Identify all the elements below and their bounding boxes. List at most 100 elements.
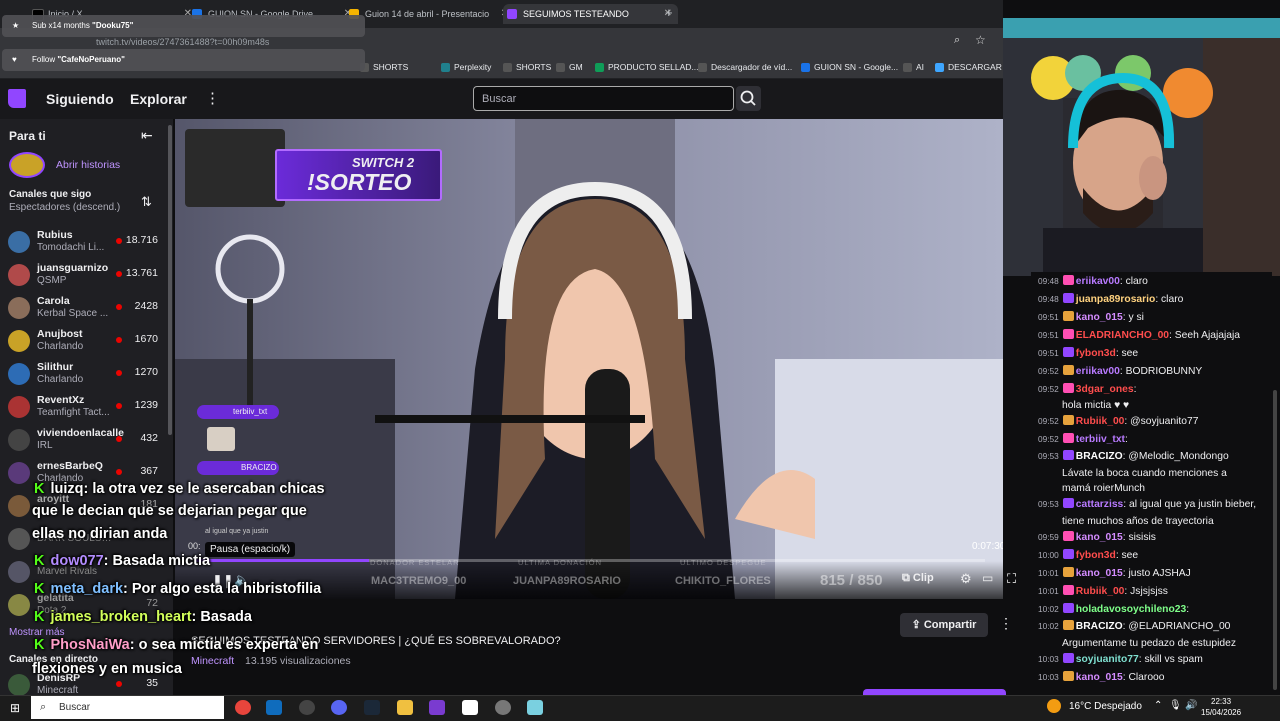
tab-twitch[interactable]: SEGUIMOS TESTEANDO ✕: [503, 4, 678, 24]
search-input[interactable]: Buscar: [473, 86, 734, 111]
sidebar-channel-rubius[interactable]: Rubius Tomodachi Li... 18.716: [0, 226, 166, 259]
chat-username[interactable]: fybon3d: [1076, 550, 1116, 561]
chat-username[interactable]: BRACIZO: [1076, 621, 1123, 632]
subscriber-badge-icon[interactable]: [1062, 653, 1074, 663]
twitch-logo-icon[interactable]: [8, 89, 26, 108]
sidebar-scrollbar[interactable]: [168, 125, 172, 435]
collapse-sidebar-icon[interactable]: ⇤: [141, 127, 153, 144]
steam-icon[interactable]: [364, 700, 380, 715]
subscriber-badge-icon[interactable]: [1062, 275, 1074, 285]
subscriber-badge-icon[interactable]: [1062, 498, 1074, 508]
subscriber-badge-icon[interactable]: [1062, 603, 1074, 613]
chat-username[interactable]: fybon3d: [1076, 348, 1116, 359]
chat-username[interactable]: holadavosoychileno23: [1076, 604, 1186, 615]
subscriber-badge-icon[interactable]: [1062, 347, 1074, 357]
avatar: [8, 594, 30, 616]
chat-message: 10:03 kano_015: Clarooo: [1038, 670, 1278, 685]
taskbar-search-input[interactable]: Buscar: [31, 696, 224, 719]
share-button[interactable]: ⇪ Compartir: [900, 613, 988, 637]
subscriber-badge-icon[interactable]: [1062, 585, 1074, 595]
discord-icon[interactable]: [331, 700, 347, 715]
bookmark-item[interactable]: SHORTS: [503, 60, 551, 74]
subscriber-badge-icon[interactable]: [1062, 383, 1074, 393]
notepad-icon[interactable]: [527, 700, 543, 715]
stories-avatar[interactable]: [9, 152, 45, 178]
chat-username[interactable]: soyjuanito77: [1076, 654, 1139, 665]
kick-icon: K: [34, 553, 45, 569]
chat-username[interactable]: terbiiv_txt: [1076, 434, 1125, 445]
subscriber-badge-icon[interactable]: [1062, 311, 1074, 321]
subscriber-badge-icon[interactable]: [1062, 531, 1074, 541]
outlook-icon[interactable]: [266, 700, 282, 715]
clip-button[interactable]: ⧉ Clip: [902, 572, 934, 585]
chat-username[interactable]: ELADRIANCHO_00: [1076, 330, 1169, 341]
more-options-icon[interactable]: ⋮: [999, 615, 1013, 632]
windows-start-icon[interactable]: ⊞: [10, 701, 20, 715]
subscriber-badge-icon[interactable]: [1062, 365, 1074, 375]
sidebar-channel-juansguarnizo[interactable]: juansguarnizo QSMP 13.761: [0, 259, 166, 292]
volume-icon[interactable]: 🔊: [1185, 700, 1197, 711]
chat-username[interactable]: Rubiik_00: [1076, 416, 1125, 427]
bookmark-item[interactable]: SHORTS: [360, 60, 408, 74]
bookmark-item[interactable]: AI: [903, 60, 924, 74]
tab-slides[interactable]: Guion 14 de abril - Presentacio ✕: [345, 4, 515, 24]
subscriber-badge-icon[interactable]: [1062, 567, 1074, 577]
chat-username[interactable]: kano_015: [1076, 532, 1123, 543]
sidebar-channel-reventxz[interactable]: ReventXz Teamfight Tact... 1239: [0, 391, 166, 424]
bookmark-item[interactable]: GUION SN - Google...: [801, 60, 898, 74]
chat-username[interactable]: 3dgar_ones: [1076, 384, 1134, 395]
more-icon[interactable]: ⋮: [205, 89, 220, 107]
bookmark-item[interactable]: Descargador de víd...: [698, 60, 792, 74]
overlay-chat-line: Kluizq: la otra vez se le asercaban chic…: [34, 478, 325, 500]
sidebar-channel-carola[interactable]: Carola Kerbal Space ... 2428: [0, 292, 166, 325]
chat-username[interactable]: kano_015: [1076, 672, 1123, 683]
fullscreen-icon[interactable]: ⛶: [1007, 571, 1016, 587]
chat-username[interactable]: juanpa89rosario: [1076, 294, 1156, 305]
chat-timestamp: 10:01: [1038, 586, 1059, 596]
chat-username[interactable]: BRACIZO: [1076, 451, 1123, 462]
bookmark-item[interactable]: GM: [556, 60, 583, 74]
new-tab-button[interactable]: +: [665, 5, 673, 20]
chat-username[interactable]: Rubiik_00: [1076, 586, 1125, 597]
seek-bar[interactable]: [195, 559, 985, 562]
chat-username[interactable]: kano_015: [1076, 568, 1123, 579]
app-icon[interactable]: [495, 700, 511, 715]
sidebar-channel-viviendoenlacalle[interactable]: viviendoenlacalle IRL 432: [0, 424, 166, 457]
settings-gear-icon[interactable]: ⚙: [960, 571, 972, 587]
tray-expand-icon[interactable]: ⌃: [1154, 700, 1162, 711]
subscriber-badge-icon[interactable]: [1062, 293, 1074, 303]
folder-icon[interactable]: [397, 700, 413, 715]
category-link[interactable]: Minecraft: [191, 655, 234, 667]
subscriber-badge-icon[interactable]: [1062, 450, 1074, 460]
subscriber-badge-icon[interactable]: [1062, 671, 1074, 681]
microphone-icon[interactable]: 🎙: [1169, 700, 1182, 711]
bookmark-item[interactable]: Perplexity: [441, 60, 491, 74]
chat-username[interactable]: eriikav00: [1076, 366, 1120, 377]
notion-icon[interactable]: [462, 700, 478, 715]
search-button[interactable]: [736, 86, 761, 111]
zoom-icon[interactable]: ⌕: [954, 34, 960, 47]
chat-username[interactable]: eriikav00: [1076, 276, 1120, 287]
open-stories-link[interactable]: Abrir historias: [56, 159, 120, 171]
sidebar-channel-anujbost[interactable]: Anujbost Charlando 1670: [0, 325, 166, 358]
chrome-icon[interactable]: [235, 700, 251, 715]
bookmark-star-icon[interactable]: ☆: [975, 33, 986, 47]
sidebar-channel-silithur[interactable]: Silithur Charlando 1270: [0, 358, 166, 391]
obs-icon[interactable]: [299, 700, 315, 715]
channel-name: ernesBarbeQ: [37, 460, 103, 472]
bookmark-item[interactable]: PRODUCTO SELLAD...: [595, 60, 699, 74]
video-player[interactable]: SWITCH 2 !SORTEO terbiiv_txt BRACIZO al …: [175, 119, 1003, 599]
live-dot-icon: [116, 271, 122, 277]
subscriber-badge-icon[interactable]: [1062, 620, 1074, 630]
subscriber-badge-icon[interactable]: [1062, 415, 1074, 425]
theatre-mode-icon[interactable]: ▭: [982, 571, 993, 585]
subscriber-badge-icon[interactable]: [1062, 433, 1074, 443]
sort-icon[interactable]: ⇅: [141, 194, 152, 210]
app-icon[interactable]: [429, 700, 445, 715]
nav-browse[interactable]: Explorar: [130, 91, 187, 107]
chat-username[interactable]: kano_015: [1076, 312, 1123, 323]
subscriber-badge-icon[interactable]: [1062, 329, 1074, 339]
chat-username[interactable]: cattarziss: [1076, 499, 1124, 510]
nav-following[interactable]: Siguiendo: [46, 91, 114, 107]
subscriber-badge-icon[interactable]: [1062, 549, 1074, 559]
